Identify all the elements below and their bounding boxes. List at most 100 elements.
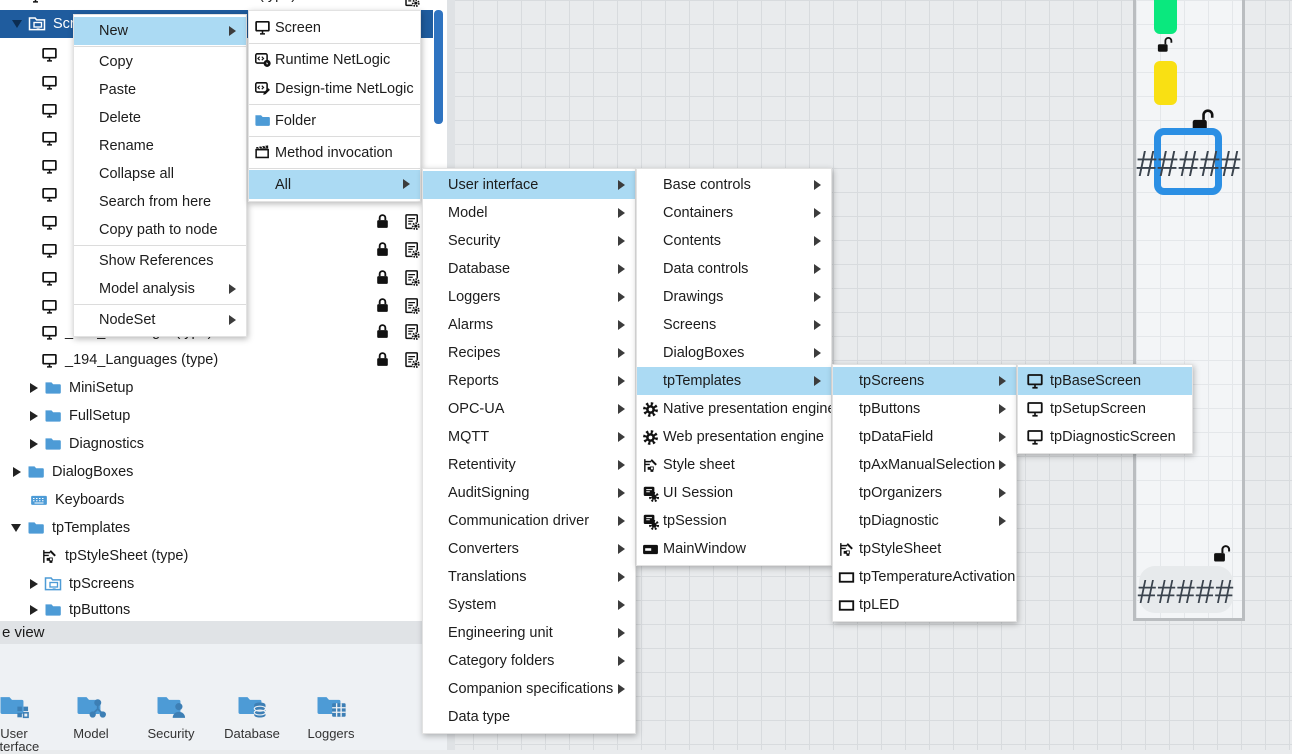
tree-item-diagnostics[interactable]: Diagnostics [0, 430, 433, 458]
tree-item-keyboards[interactable]: Keyboards [0, 486, 433, 514]
menu-item-tpsetupscreen[interactable]: tpSetupScreen [1018, 395, 1192, 423]
menu-item-tpsession[interactable]: tpSession [637, 507, 831, 535]
menu-item-paste[interactable]: Paste [74, 76, 246, 104]
menu-item-translations[interactable]: Translations [423, 563, 635, 591]
green-led-widget[interactable] [1154, 0, 1177, 34]
menu-item-method-invocation[interactable]: Method invocation [249, 138, 420, 167]
tree-item-dialogboxes[interactable]: DialogBoxes [0, 458, 433, 486]
menu-item-runtime-netlogic[interactable]: Runtime NetLogic [249, 45, 420, 74]
menu-item-tpbuttons[interactable]: tpButtons [833, 395, 1016, 423]
menu-item-all[interactable]: All [249, 170, 420, 199]
tree-item-tpbuttons[interactable]: tpButtons [0, 596, 433, 621]
menu-item-containers[interactable]: Containers [637, 199, 831, 227]
menu-item-data-controls[interactable]: Data controls [637, 255, 831, 283]
menu-item-recipes[interactable]: Recipes [423, 339, 635, 367]
menu-item-style-sheet[interactable]: Style sheet [637, 451, 831, 479]
menu-item-data-type[interactable]: Data type [423, 703, 635, 731]
menu-item-model-analysis[interactable]: Model analysis [74, 275, 246, 303]
menu-item-engineering-unit[interactable]: Engineering unit [423, 619, 635, 647]
menu-item-converters[interactable]: Converters [423, 535, 635, 563]
tree-item-tpscreens[interactable]: tpScreens [0, 570, 433, 598]
menu-item-rename[interactable]: Rename [74, 132, 246, 160]
menu-item-system[interactable]: System [423, 591, 635, 619]
menu-item-tporganizers[interactable]: tpOrganizers [833, 479, 1016, 507]
menu-item-native-presentation-engine[interactable]: Native presentation engine [637, 395, 831, 423]
caret-right-icon[interactable] [30, 383, 38, 393]
yellow-led-widget[interactable] [1154, 61, 1177, 105]
menu-item-folder[interactable]: Folder [249, 106, 420, 135]
toolbar-item-user-interface[interactable]: User Interface [0, 692, 50, 753]
toolbar-item-model[interactable]: Model [55, 692, 127, 740]
caret-right-icon[interactable] [30, 411, 38, 421]
menu-item-dialogboxes[interactable]: DialogBoxes [637, 339, 831, 367]
menu-item-communication-driver[interactable]: Communication driver [423, 507, 635, 535]
toolbar-item-security[interactable]: Security [135, 692, 207, 740]
menu-item-tpled[interactable]: tpLED [833, 591, 1016, 619]
menu-item-copy-path-to-node[interactable]: Copy path to node [74, 216, 246, 244]
submenu-arrow-icon [618, 180, 625, 190]
caret-right-icon[interactable] [30, 439, 38, 449]
caret-right-icon[interactable] [13, 467, 21, 477]
menu-item-base-controls[interactable]: Base controls [637, 171, 831, 199]
menu-separator [249, 168, 420, 169]
menu-item-mqtt[interactable]: MQTT [423, 423, 635, 451]
submenu-arrow-icon [999, 404, 1006, 414]
menu-item-tpdiagnosticscreen[interactable]: tpDiagnosticScreen [1018, 423, 1192, 451]
menu-item-retentivity[interactable]: Retentivity [423, 451, 635, 479]
node-config-icon [403, 213, 421, 231]
menu-item-tpaxmanualselection[interactable]: tpAxManualSelection [833, 451, 1016, 479]
menu-item-search-from-here[interactable]: Search from here [74, 188, 246, 216]
menu-item-screen[interactable]: Screen [249, 13, 420, 42]
menu-item-show-references[interactable]: Show References [74, 247, 246, 275]
tree-scrollbar-thumb[interactable] [434, 10, 443, 124]
submenu-arrow-icon [618, 516, 625, 526]
menu-item-tpscreens[interactable]: tpScreens [833, 367, 1016, 395]
menu-item-collapse-all[interactable]: Collapse all [74, 160, 246, 188]
menu-item-drawings[interactable]: Drawings [637, 283, 831, 311]
gear-icon [642, 401, 659, 418]
menu-item-database[interactable]: Database [423, 255, 635, 283]
menu-item-reports[interactable]: Reports [423, 367, 635, 395]
menu-item-copy[interactable]: Copy [74, 48, 246, 76]
menu-item-new[interactable]: New [74, 17, 246, 45]
model-folder-icon [75, 692, 107, 719]
menu-item-tpbasescreen[interactable]: tpBaseScreen [1018, 367, 1192, 395]
menu-item-loggers[interactable]: Loggers [423, 283, 635, 311]
menu-item-tptemperatureactivation[interactable]: tpTemperatureActivation [833, 563, 1016, 591]
tree-item-tpstylesheet[interactable]: tpStyleSheet (type) [0, 542, 433, 570]
menu-item-companion-specifications[interactable]: Companion specifications [423, 675, 635, 703]
menu-item-user-interface[interactable]: User interface [423, 171, 635, 199]
menu-item-nodeset[interactable]: NodeSet [74, 306, 246, 334]
menu-item-mainwindow[interactable]: MainWindow [637, 535, 831, 563]
tptemplates-submenu: tpScreens tpButtons tpDataField tpAxManu… [832, 364, 1017, 622]
caret-down-icon[interactable] [12, 20, 22, 28]
menu-item-tpdiagnostic[interactable]: tpDiagnostic [833, 507, 1016, 535]
tree-item-partial[interactable]: (type) [0, 0, 433, 9]
menu-item-auditsigning[interactable]: AuditSigning [423, 479, 635, 507]
submenu-arrow-icon [618, 376, 625, 386]
submenu-arrow-icon [618, 348, 625, 358]
tree-item-minisetup[interactable]: MiniSetup [0, 374, 433, 402]
menu-item-ui-session[interactable]: UI Session [637, 479, 831, 507]
caret-right-icon[interactable] [30, 605, 38, 615]
menu-item-contents[interactable]: Contents [637, 227, 831, 255]
menu-item-delete[interactable]: Delete [74, 104, 246, 132]
menu-item-model[interactable]: Model [423, 199, 635, 227]
menu-item-tpstylesheet[interactable]: tpStyleSheet [833, 535, 1016, 563]
menu-item-designtime-netlogic[interactable]: Design-time NetLogic [249, 74, 420, 103]
menu-item-tpdatafield[interactable]: tpDataField [833, 423, 1016, 451]
menu-item-category-folders[interactable]: Category folders [423, 647, 635, 675]
tree-item-fullsetup[interactable]: FullSetup [0, 402, 433, 430]
menu-item-web-presentation-engine[interactable]: Web presentation engine [637, 423, 831, 451]
caret-down-icon[interactable] [11, 524, 21, 532]
menu-item-tptemplates[interactable]: tpTemplates [637, 367, 831, 395]
toolbar-item-loggers[interactable]: Loggers [295, 692, 367, 740]
menu-item-alarms[interactable]: Alarms [423, 311, 635, 339]
menu-item-security[interactable]: Security [423, 227, 635, 255]
caret-right-icon[interactable] [30, 579, 38, 589]
tree-item-tptemplates[interactable]: tpTemplates [0, 514, 433, 542]
menu-item-opc-ua[interactable]: OPC-UA [423, 395, 635, 423]
menu-item-screens[interactable]: Screens [637, 311, 831, 339]
tree-item-languages[interactable]: _194_Languages (type) [0, 346, 433, 374]
toolbar-item-database[interactable]: Database [216, 692, 288, 740]
